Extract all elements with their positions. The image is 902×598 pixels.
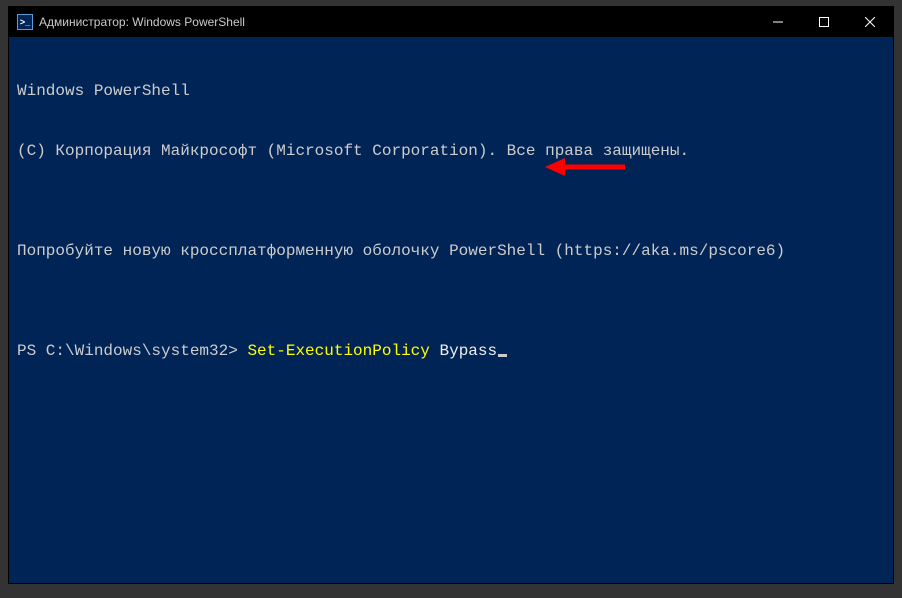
powershell-icon: >_: [17, 14, 33, 30]
titlebar-left: >_ Администратор: Windows PowerShell: [9, 14, 245, 30]
terminal-line: (C) Корпорация Майкрософт (Microsoft Cor…: [17, 141, 885, 161]
cmdlet-text: Set-ExecutionPolicy: [247, 341, 429, 361]
command-space: [430, 341, 440, 361]
maximize-icon: [819, 17, 829, 27]
terminal-line: Попробуйте новую кроссплатформенную обол…: [17, 241, 885, 261]
powershell-icon-glyph: >_: [20, 17, 30, 27]
powershell-window: >_ Администратор: Windows PowerShell Win…: [8, 6, 894, 584]
minimize-icon: [773, 17, 783, 27]
close-button[interactable]: [847, 7, 893, 37]
cursor: [498, 354, 507, 357]
argument-text: Bypass: [439, 341, 497, 361]
arrow-annotation: [545, 115, 625, 219]
prompt-text: PS C:\Windows\system32>: [17, 341, 247, 361]
minimize-button[interactable]: [755, 7, 801, 37]
window-controls: [755, 7, 893, 37]
prompt-line: PS C:\Windows\system32> Set-ExecutionPol…: [17, 341, 885, 361]
close-icon: [865, 17, 875, 27]
terminal-area[interactable]: Windows PowerShell (C) Корпорация Майкро…: [9, 37, 893, 583]
window-title: Администратор: Windows PowerShell: [39, 15, 245, 29]
titlebar[interactable]: >_ Администратор: Windows PowerShell: [9, 7, 893, 37]
maximize-button[interactable]: [801, 7, 847, 37]
terminal-line: Windows PowerShell: [17, 81, 885, 101]
